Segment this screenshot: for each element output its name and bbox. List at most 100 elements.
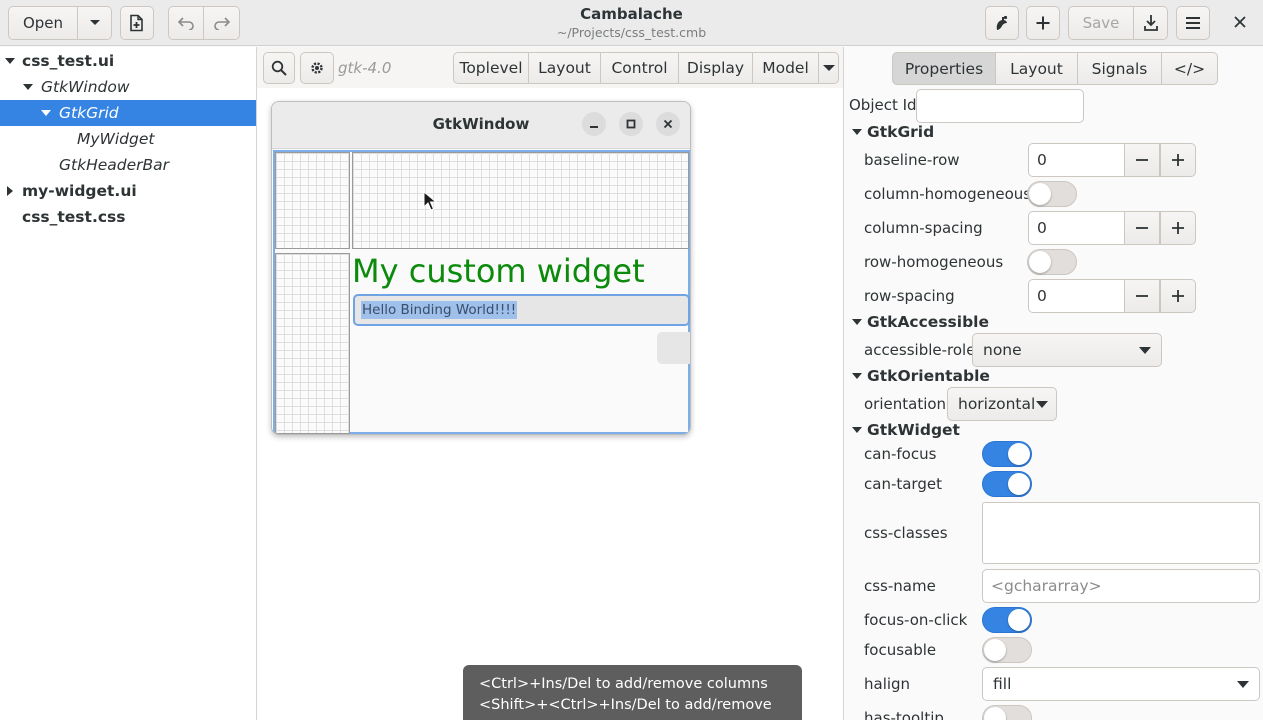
row-spacing-increment-button[interactable]: [1160, 279, 1196, 313]
tab-source[interactable]: </>: [1162, 52, 1218, 85]
main-menu-button[interactable]: [1176, 6, 1210, 40]
tree-item-mywidget[interactable]: MyWidget: [0, 126, 256, 152]
preview-maximize-button[interactable]: [619, 112, 643, 136]
tab-layout[interactable]: Layout: [996, 52, 1078, 85]
preview-button[interactable]: [657, 332, 690, 364]
accessible-role-dropdown[interactable]: none: [972, 333, 1162, 367]
section-gtkwidget[interactable]: GtkWidget: [851, 421, 960, 439]
dropdown-caret-icon: [1237, 681, 1249, 688]
focus-on-click-label: focus-on-click: [864, 611, 968, 629]
display-menu-button[interactable]: Display: [679, 52, 753, 84]
tree-item-gtkheaderbar[interactable]: GtkHeaderBar: [0, 152, 256, 178]
column-homogeneous-switch[interactable]: [1027, 181, 1077, 207]
focusable-switch[interactable]: [982, 637, 1032, 663]
preview-grid[interactable]: My custom widget Hello Binding World!!!!: [273, 150, 690, 434]
section-gtkorientable[interactable]: GtkOrientable: [851, 367, 990, 385]
close-icon: [1234, 16, 1246, 28]
css-classes-label: css-classes: [864, 524, 948, 542]
row-spacing-input[interactable]: 0: [1028, 279, 1128, 313]
focus-on-click-switch[interactable]: [982, 607, 1032, 633]
switch-knob: [1029, 183, 1051, 205]
object-id-input[interactable]: [916, 89, 1084, 123]
header-bar: Open Cambalache ~/Projects/css_test.cmb: [0, 0, 1263, 46]
accessible-role-value: none: [983, 341, 1022, 359]
layout-label: Layout: [538, 59, 591, 77]
accessible-role-label: accessible-role: [864, 341, 976, 359]
halign-dropdown[interactable]: fill: [982, 667, 1260, 701]
row-homogeneous-switch[interactable]: [1027, 249, 1077, 275]
tree-item-label: GtkHeaderBar: [59, 156, 170, 174]
orientation-dropdown[interactable]: horizontal: [947, 387, 1057, 421]
tooltip-line-rows: <Shift>+<Ctrl>+Ins/Del to add/remove row…: [479, 697, 772, 720]
section-gtkaccessible[interactable]: GtkAccessible: [851, 313, 989, 331]
css-name-input[interactable]: <gchararray>: [982, 569, 1260, 603]
tree-item-css-test-ui[interactable]: css_test.ui: [0, 48, 256, 74]
grid-placeholder-cell[interactable]: [275, 152, 350, 249]
maximize-icon: [626, 119, 636, 129]
baseline-row-label: baseline-row: [864, 151, 960, 169]
close-window-button[interactable]: [1225, 7, 1255, 37]
model-menu-button[interactable]: Model: [753, 52, 819, 84]
orientation-value: horizontal: [958, 395, 1036, 413]
tab-properties[interactable]: Properties: [892, 52, 996, 85]
export-button[interactable]: [1134, 6, 1168, 40]
save-button[interactable]: Save: [1068, 6, 1134, 40]
object-id-label: Object Id: [849, 96, 917, 114]
entry-selected-text: Hello Binding World!!!!: [361, 301, 518, 319]
grid-placeholder-cell[interactable]: [352, 152, 689, 249]
baseline-row-decrement-button[interactable]: [1124, 143, 1160, 177]
preview-minimize-button[interactable]: [582, 112, 606, 136]
project-tree: css_test.ui GtkWindow GtkGrid MyWidget G…: [0, 47, 257, 720]
tree-item-label: css_test.css: [22, 208, 126, 226]
hello-binding-entry[interactable]: Hello Binding World!!!!: [353, 294, 690, 326]
my-custom-widget-label[interactable]: My custom widget: [352, 252, 645, 290]
column-spacing-decrement-button[interactable]: [1124, 211, 1160, 245]
preview-titlebar: GtkWindow: [272, 102, 690, 149]
preview-window[interactable]: GtkWindow My custom widget Hello Binding…: [271, 101, 691, 435]
row-spacing-label: row-spacing: [864, 287, 955, 305]
baseline-row-input[interactable]: 0: [1028, 143, 1128, 177]
workspace: gtk-4.0 Toplevel Layout Control Display …: [257, 47, 843, 720]
tree-item-css-test-css[interactable]: css_test.css: [0, 204, 256, 230]
column-spacing-increment-button[interactable]: [1160, 211, 1196, 245]
add-object-button[interactable]: [1026, 6, 1060, 40]
more-menu-button[interactable]: [819, 52, 839, 84]
minus-icon: [1136, 227, 1148, 229]
expander-expanded-icon[interactable]: [21, 80, 35, 94]
dropdown-caret-icon: [1139, 347, 1151, 354]
row-spacing-decrement-button[interactable]: [1124, 279, 1160, 313]
switch-knob: [984, 639, 1006, 661]
tree-item-my-widget-ui[interactable]: my-widget.ui: [0, 178, 256, 204]
layout-menu-button[interactable]: Layout: [529, 52, 601, 84]
control-menu-button[interactable]: Control: [601, 52, 679, 84]
tab-signals[interactable]: Signals: [1078, 52, 1162, 85]
expander-expanded-icon[interactable]: [3, 54, 17, 68]
inspect-button[interactable]: [985, 6, 1019, 40]
has-tooltip-switch[interactable]: [982, 705, 1032, 720]
column-homogeneous-label: column-homogeneous: [864, 185, 1032, 203]
minimize-icon: [590, 126, 598, 128]
tooltip-line-columns: <Ctrl>+Ins/Del to add/remove columns: [479, 676, 768, 692]
column-spacing-label: column-spacing: [864, 219, 983, 237]
expander-expanded-icon[interactable]: [39, 106, 53, 120]
grid-placeholder-cell[interactable]: [275, 253, 350, 434]
settings-button[interactable]: [300, 52, 334, 84]
column-spacing-input[interactable]: 0: [1028, 211, 1128, 245]
baseline-row-increment-button[interactable]: [1160, 143, 1196, 177]
plus-icon: [1172, 154, 1184, 166]
tree-item-gtkgrid[interactable]: GtkGrid: [0, 100, 256, 126]
can-target-switch[interactable]: [982, 471, 1032, 497]
plus-icon: [1172, 222, 1184, 234]
expander-collapsed-icon[interactable]: [3, 184, 17, 198]
menu-icon: [1186, 17, 1200, 29]
can-focus-switch[interactable]: [982, 441, 1032, 467]
tree-item-label: GtkWindow: [41, 78, 130, 96]
tree-item-gtkwindow[interactable]: GtkWindow: [0, 74, 256, 100]
toplevel-menu-button[interactable]: Toplevel: [453, 52, 529, 84]
close-icon: [663, 119, 673, 129]
model-label: Model: [762, 59, 809, 77]
preview-close-button[interactable]: [656, 112, 680, 136]
search-button[interactable]: [263, 52, 295, 84]
section-gtkgrid[interactable]: GtkGrid: [851, 123, 934, 141]
css-classes-textarea[interactable]: [982, 502, 1260, 564]
